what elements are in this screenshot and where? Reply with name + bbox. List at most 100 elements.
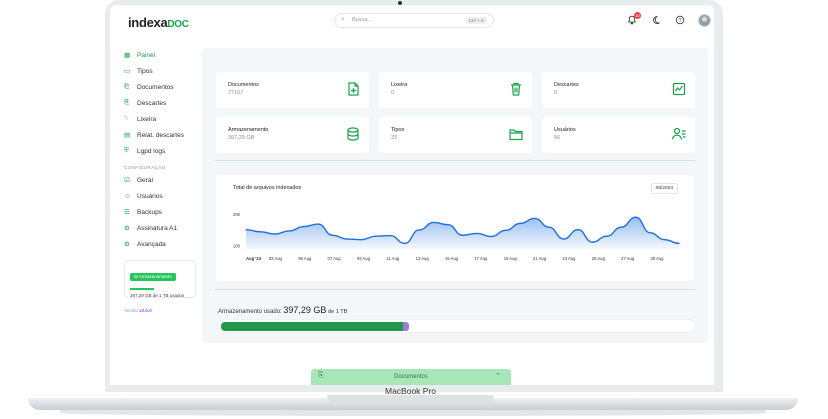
indexed-files-chart: Total de arquivos indexados 08/2024 200 1… [216,175,694,281]
stat-card-title: Documentos [228,82,259,88]
storage-label-prefix: Armazenamento usado: [218,309,282,315]
stat-card-descartes[interactable]: Descartes 0 [542,72,695,108]
stat-card-armazenamento[interactable]: Armazenamento 397,29 GB [216,117,369,153]
chart-point [663,239,666,241]
storage-used-value: 397,29 GB [283,305,327,315]
sidebar-item-label: Lixeira [137,115,157,123]
chart-x-tick: 19 Aug [504,256,518,261]
chart-point [678,242,680,244]
chart-point [389,234,391,237]
storage-label-suffix: de 1 TB [328,309,348,315]
users-icon: ☺ [124,192,131,200]
chart-point [562,238,565,240]
shield-icon: ⛨ [124,147,129,154]
header-actions: 10 ? [626,11,711,27]
sidebar-config-menu: ☑ Geral ☺ Usuários ☰ Backups ⚙ Assinatura A1 ⚙ Av… [124,172,204,252]
sidebar-item-assinatura-a1[interactable]: ⚙ Assinatura A1 [124,220,204,236]
stat-card-tipos[interactable]: Tipos 33 [379,117,532,153]
signature-icon: ⚙ [124,225,130,232]
sidebar-item-tipos[interactable]: ▭ Tipos [124,63,204,79]
chart-point [461,234,464,236]
chart-point [346,238,348,240]
database-icon [347,127,359,141]
storage-widget-bar [130,288,154,290]
sidebar-item-backups[interactable]: ☰ Backups [124,204,204,220]
report-icon: ▤ [124,132,131,139]
laptop-mockup: indexaDOC ⌕ Busca... Ctrl + K 10 ? ▦ Pain… [0,0,828,419]
sidebar-item-label: Avançada [137,240,166,248]
search-icon: ⌕ [341,16,345,23]
chart-x-tick: 27 Aug [621,256,635,261]
chart-y-tick: 200 [233,212,241,217]
storage-widget-label-text: Armazenamento [138,274,172,279]
documents-drawer-toggle[interactable]: ⎘ Documentos ⌃ [311,369,511,385]
stat-card-value: 0 [391,90,395,96]
dark-mode-moon-icon[interactable] [650,15,662,27]
sidebar-section-title: CONFIGURAÇÃO [124,165,166,170]
help-icon[interactable]: ? [674,15,686,27]
chart-x-tick: 13 Aug [416,256,430,261]
sidebar-main-menu: ▦ Painel ▭ Tipos ⎗ Documentos ⎘ Descartes ␡ Lixei… [124,47,204,159]
chart-x-tick: 11 Aug [386,256,399,261]
chart-x-tick: 25 Aug [592,256,606,261]
logo-main: indexa [128,15,168,30]
gear-icon: ⚙ [124,241,130,248]
trash-icon: ␡ [124,115,130,122]
stat-card-title: Lixeira [391,82,408,88]
sidebar-item-label: Documentos [137,83,174,91]
sidebar-item-relat-descartes[interactable]: ▤ Relat. descartes [124,127,204,143]
sidebar-item-lgpd-logs[interactable]: ⛨ Lgpd logs [124,143,204,159]
storage-progress-bar [218,319,696,333]
dashboard-icon: ▦ [124,52,131,59]
folder-icon: ▭ [124,68,131,75]
storage-trash-fill [403,322,410,331]
chart-x-tick: 29 Aug [650,256,664,261]
storage-used-label: Armazenamento usado: 397,29 GB de 1 TB [218,305,347,315]
stat-card-documentos[interactable]: Documentos 77107 [216,72,369,108]
chart-point [606,235,608,237]
folder-icon [509,129,523,141]
chart-point [505,229,507,231]
storage-progress-fill [221,322,404,331]
sidebar-item-painel[interactable]: ▦ Painel [124,47,204,63]
chart-point [245,229,247,231]
chart-point [259,231,262,233]
sidebar-item-geral[interactable]: ☑ Geral [124,172,204,188]
backup-icon: ☰ [124,209,130,216]
chart-y-tick: 100 [233,243,241,248]
settings-icon: ☑ [124,177,130,184]
stat-card-value: 0 [554,90,558,96]
user-avatar[interactable] [698,14,711,27]
version-label: Versão [124,308,139,313]
sidebar-item-lixeira[interactable]: ␡ Lixeira [124,111,204,127]
chart-x-tick: 21 Aug [533,256,547,261]
sidebar-item-descartes[interactable]: ⎘ Descartes [124,95,204,111]
search-shortcut: Ctrl + K [465,17,487,24]
app-screen: indexaDOC ⌕ Busca... Ctrl + K 10 ? ▦ Pain… [110,5,714,385]
sidebar-item-documentos[interactable]: ⎗ Documentos [124,79,204,95]
chart-point [649,232,651,234]
stat-card-lixeira[interactable]: Lixeira 0 [379,72,532,108]
chart-point [418,229,420,231]
sidebar-item-usu-rios[interactable]: ☺ Usuários [124,188,204,204]
chart-point [620,226,622,228]
app-logo[interactable]: indexaDOC [128,15,189,30]
chart-file-icon [672,82,686,96]
sidebar: ▦ Painel ▭ Tipos ⎗ Documentos ⎘ Descartes ␡ Lixei… [124,47,204,313]
chart-point [303,225,305,228]
chart-x-tick: Aug '24 [246,256,262,261]
laptop-notch [327,395,494,404]
stat-card-value: 56 [554,135,561,141]
sidebar-item-avan-ada[interactable]: ⚙ Avançada [124,236,204,252]
search-input[interactable]: ⌕ Busca... Ctrl + K [334,13,494,28]
sidebar-item-label: Tipos [137,67,153,75]
stat-card-usu-rios[interactable]: Usuários 56 [542,117,695,153]
chart-point [591,241,593,243]
stat-card-title: Tipos [391,127,405,133]
chart-point [447,224,449,226]
search-placeholder: Busca... [352,17,372,23]
chart-point [404,242,406,244]
notification-bell-icon[interactable]: 10 [626,11,641,27]
chart-point [360,239,363,241]
sidebar-item-label: Painel [137,51,156,59]
